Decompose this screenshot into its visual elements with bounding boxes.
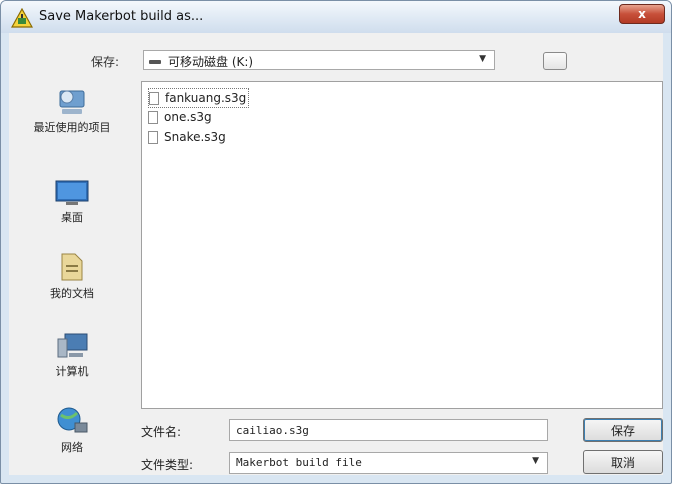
recent-places-icon	[59, 90, 85, 114]
place-computer[interactable]: 计算机	[9, 331, 135, 379]
window-title: Save Makerbot build as...	[39, 9, 204, 24]
save-in-label: 保存:	[91, 55, 120, 69]
view-menu-button[interactable]	[543, 52, 567, 70]
cancel-button[interactable]: 取消	[583, 450, 663, 474]
documents-icon	[61, 253, 83, 281]
chevron-down-icon[interactable]: ▼	[532, 456, 539, 466]
location-dropdown[interactable]: 可移动磁盘 (K:) ▼	[143, 50, 495, 70]
filename-label: 文件名:	[141, 425, 182, 439]
dialog-body: 保存: 可移动磁盘 (K:) ▼ 最近使用的项目 桌面 我的文档 计算机 网络 …	[9, 33, 663, 475]
file-item[interactable]: Snake.s3g	[148, 128, 226, 146]
file-item[interactable]: fankuang.s3g	[148, 88, 250, 108]
place-label: 桌面	[61, 211, 83, 224]
location-value: 可移动磁盘 (K:)	[168, 55, 254, 69]
filetype-label: 文件类型:	[141, 458, 194, 472]
filetype-value: Makerbot build file	[236, 456, 362, 469]
place-network[interactable]: 网络	[9, 405, 135, 455]
removable-drive-icon	[149, 60, 161, 64]
file-name: one.s3g	[164, 110, 212, 124]
places-bar: 最近使用的项目 桌面 我的文档 计算机 网络	[9, 81, 135, 475]
place-label: 网络	[61, 441, 83, 454]
desktop-icon	[55, 180, 89, 205]
place-label: 我的文档	[50, 287, 94, 300]
close-icon: x	[638, 7, 646, 21]
save-button[interactable]: 保存	[583, 418, 663, 442]
save-dialog: Save Makerbot build as... x 保存: 可移动磁盘 (K…	[0, 0, 672, 484]
place-recent[interactable]: 最近使用的项目	[9, 85, 135, 135]
place-desktop[interactable]: 桌面	[9, 179, 135, 225]
computer-icon	[57, 333, 88, 358]
file-icon	[148, 130, 158, 144]
title-bar[interactable]: Save Makerbot build as... x	[1, 1, 671, 33]
network-icon	[57, 407, 88, 433]
chevron-down-icon[interactable]: ▼	[479, 54, 486, 64]
file-name: fankuang.s3g	[165, 91, 247, 105]
filetype-dropdown[interactable]: Makerbot build file ▼	[229, 452, 548, 474]
place-label: 计算机	[55, 365, 89, 378]
file-name: Snake.s3g	[164, 130, 226, 144]
close-button[interactable]: x	[619, 4, 665, 24]
place-documents[interactable]: 我的文档	[9, 251, 135, 301]
filename-input[interactable]	[229, 419, 548, 441]
warning-icon	[11, 8, 33, 28]
file-icon	[149, 91, 159, 105]
file-item[interactable]: one.s3g	[148, 108, 212, 126]
place-label: 最近使用的项目	[33, 121, 111, 134]
file-icon	[148, 110, 158, 124]
file-list[interactable]: fankuang.s3g one.s3g Snake.s3g	[141, 81, 663, 409]
